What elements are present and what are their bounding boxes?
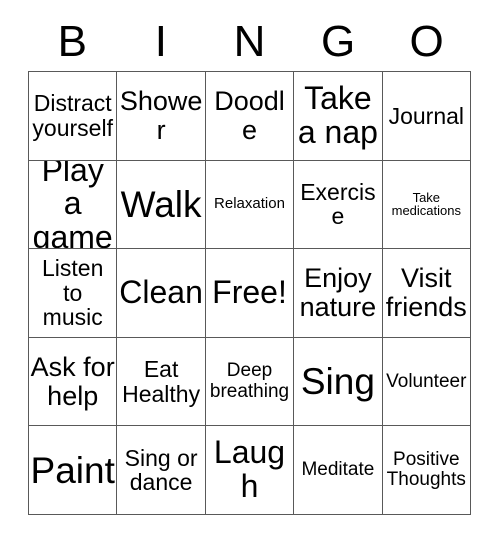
bingo-cell[interactable]: Meditate xyxy=(294,426,383,515)
bingo-cell-label: Walk xyxy=(120,183,202,225)
bingo-cell[interactable]: Shower xyxy=(117,72,206,161)
bingo-cell-label: Volunteer xyxy=(386,370,467,392)
bingo-cell[interactable]: Take medications xyxy=(382,160,471,250)
bingo-cell-label: Meditate xyxy=(301,459,375,481)
bingo-cell[interactable]: Exercise xyxy=(294,160,383,250)
bingo-cell-label: Listen to music xyxy=(42,255,104,331)
bingo-cell[interactable]: Relaxation xyxy=(205,160,295,250)
header-letter-b: B xyxy=(57,17,87,66)
bingo-cell[interactable]: Visit friends xyxy=(382,249,471,338)
bingo-cell-label: Paint xyxy=(30,449,115,491)
bingo-cell[interactable]: Distract yourself xyxy=(29,72,118,161)
header-letter-g: G xyxy=(320,17,356,66)
bingo-cell-label: Positive Thoughts xyxy=(386,449,466,491)
bingo-cell[interactable]: Journal xyxy=(382,72,471,161)
bingo-cell-label: Enjoy nature xyxy=(299,263,377,322)
bingo-cell[interactable]: Volunteer xyxy=(382,337,471,427)
bingo-cell[interactable]: Play a game xyxy=(29,160,118,250)
bingo-cell[interactable]: Sing xyxy=(294,337,383,427)
bingo-cell-label: Sing xyxy=(300,360,375,402)
bingo-cell-label: Exercise xyxy=(300,179,376,230)
bingo-cell[interactable]: Deep breathing xyxy=(205,337,295,427)
bingo-cell[interactable]: Take a nap xyxy=(294,72,383,161)
bingo-cell-label: Sing or dance xyxy=(124,444,198,496)
bingo-cell-label: Take medications xyxy=(391,189,461,219)
bingo-cell-label: Laugh xyxy=(213,434,286,505)
bingo-grid: Distract yourself Shower Doodle Take a n… xyxy=(28,71,471,515)
bingo-cell-label: Ask for help xyxy=(30,351,115,411)
bingo-cell-label: Clean xyxy=(119,274,203,311)
bingo-cell[interactable]: Doodle xyxy=(205,72,295,161)
bingo-cell[interactable]: Paint xyxy=(29,426,118,515)
bingo-cell-label: Deep breathing xyxy=(209,360,290,402)
bingo-cell[interactable]: Ask for help xyxy=(29,337,118,427)
bingo-cell[interactable]: Laugh xyxy=(205,426,295,515)
bingo-cell-label: Play a game xyxy=(32,160,113,250)
bingo-cell-label: Eat Healthy xyxy=(122,356,201,407)
bingo-cell[interactable]: Clean xyxy=(117,249,206,338)
bingo-cell-label: Doodle xyxy=(214,86,285,145)
bingo-cell[interactable]: Walk xyxy=(117,160,206,250)
bingo-cell-label: Relaxation xyxy=(214,195,285,213)
header-letter-o: O xyxy=(409,17,444,66)
bingo-cell[interactable]: Enjoy nature xyxy=(294,249,383,338)
bingo-cell[interactable]: Positive Thoughts xyxy=(382,426,471,515)
bingo-cell[interactable]: Eat Healthy xyxy=(117,337,206,427)
bingo-cell-label: Visit friends xyxy=(385,263,467,322)
bingo-cell-label: Take a nap xyxy=(297,79,378,150)
bingo-cell[interactable]: Sing or dance xyxy=(117,426,206,515)
bingo-cell-label: Free! xyxy=(212,274,287,311)
header-letter-i: I xyxy=(154,17,167,66)
bingo-cell-label: Journal xyxy=(388,102,465,129)
bingo-cell-label: Distract yourself xyxy=(32,90,113,141)
bingo-card: B I N G O Distract yourself Shower Doodl… xyxy=(0,0,500,544)
header-letter-n: N xyxy=(233,17,266,66)
bingo-cell-label: Shower xyxy=(119,86,203,145)
bingo-cell-free[interactable]: Free! xyxy=(205,249,295,338)
bingo-cell[interactable]: Listen to music xyxy=(29,249,118,338)
bingo-header-row: B I N G O xyxy=(28,16,471,68)
